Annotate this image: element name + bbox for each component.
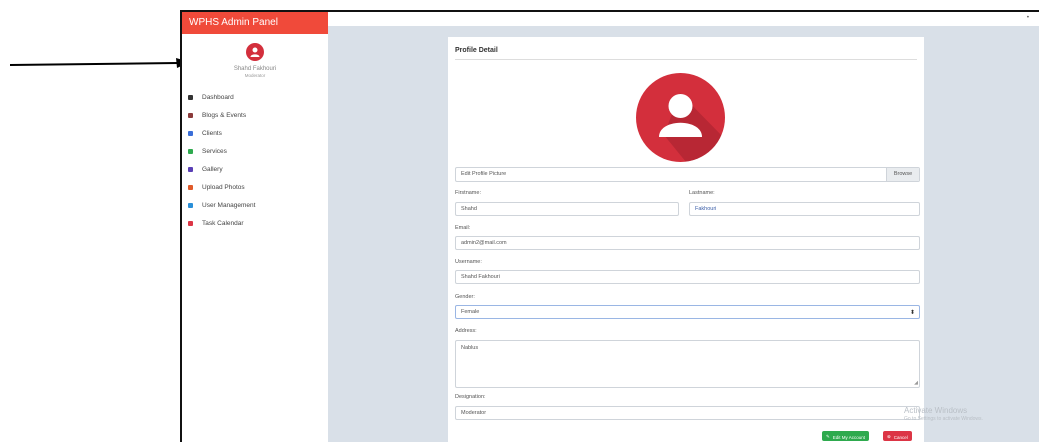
gender-label: Gender:: [455, 294, 475, 300]
gender-select[interactable]: Female ⬍: [455, 305, 920, 319]
sidebar-item-clients[interactable]: Clients: [182, 124, 328, 142]
sidebar-item-label: Clients: [202, 129, 222, 137]
annotation-arrow: [10, 58, 190, 68]
email-field[interactable]: admin2@mail.com: [455, 236, 920, 250]
watermark-subtitle: Go to Settings to activate Windows.: [904, 416, 983, 422]
upload-icon: [188, 184, 193, 190]
sidebar-item-label: User Management: [202, 201, 256, 209]
sidebar-nav: Dashboard Blogs & Events Clients Service…: [182, 88, 328, 232]
sidebar-item-task-calendar[interactable]: Task Calendar: [182, 214, 328, 232]
user-avatar-icon: [246, 43, 264, 61]
lastname-field[interactable]: Fakhouri: [689, 202, 920, 216]
sidebar: WPHS Admin Panel Shahd Fakhouri Moderato…: [182, 12, 328, 442]
sidebar-item-label: Blogs & Events: [202, 111, 247, 119]
app-window: WPHS Admin Panel Shahd Fakhouri Moderato…: [180, 10, 1039, 442]
profile-avatar-icon: [636, 73, 725, 162]
firstname-field[interactable]: Shahd: [455, 202, 679, 216]
sidebar-item-label: Upload Photos: [202, 183, 245, 191]
cancel-button[interactable]: ⊗ Cancel: [883, 431, 912, 441]
brand-title[interactable]: WPHS Admin Panel: [182, 12, 328, 34]
title-divider: [455, 59, 917, 60]
gallery-icon: [188, 166, 193, 172]
id-card-icon: [188, 202, 193, 208]
email-label: Email:: [455, 225, 471, 231]
edit-account-button[interactable]: ✎ Edit My Account: [822, 431, 870, 441]
user-role: Moderator: [244, 73, 266, 78]
sidebar-item-user-management[interactable]: User Management: [182, 196, 328, 214]
home-icon: [188, 94, 193, 100]
sidebar-item-label: Gallery: [202, 165, 223, 173]
sidebar-item-gallery[interactable]: Gallery: [182, 160, 328, 178]
select-arrows-icon: ⬍: [909, 310, 915, 316]
username-label: Username:: [455, 259, 482, 265]
profile-picture-input[interactable]: Edit Profile Picture Browse: [455, 167, 920, 182]
resize-handle-icon[interactable]: ◢: [914, 380, 918, 386]
sidebar-item-label: Task Calendar: [202, 219, 244, 227]
lastname-label: Lastname:: [689, 190, 715, 196]
designation-field[interactable]: Moderator: [455, 406, 920, 420]
user-name: Shahd Fakhouri: [233, 66, 277, 72]
sidebar-item-label: Dashboard: [202, 93, 234, 101]
blog-icon: [188, 112, 193, 118]
calendar-icon: [188, 220, 193, 226]
address-textarea[interactable]: Nablus ◢: [455, 340, 920, 388]
sidebar-item-upload-photos[interactable]: Upload Photos: [182, 178, 328, 196]
sidebar-item-dashboard[interactable]: Dashboard: [182, 88, 328, 106]
sidebar-item-label: Services: [202, 147, 227, 155]
profile-picture-label: Edit Profile Picture: [461, 171, 507, 177]
edit-account-label: Edit My Account: [832, 434, 866, 440]
screenshot-stage: WPHS Admin Panel Shahd Fakhouri Moderato…: [0, 0, 1039, 442]
firstname-label: Firstname:: [455, 190, 481, 196]
cancel-label: Cancel: [893, 434, 908, 440]
profile-card: Profile Detail Edit Profile Picture Brow…: [448, 37, 924, 442]
users-icon: [188, 130, 193, 136]
user-panel: Shahd Fakhouri Moderator: [182, 34, 328, 78]
address-value: Nablus: [461, 345, 479, 351]
designation-label: Designation:: [455, 394, 486, 400]
username-field[interactable]: Shahd Fakhouri: [455, 270, 920, 284]
gender-value: Female: [461, 309, 480, 315]
menu-dot-icon[interactable]: •: [1027, 15, 1029, 21]
cancel-icon: ⊗: [887, 434, 891, 439]
edit-icon: ✎: [826, 434, 830, 439]
windows-activation-watermark: Activate Windows Go to Settings to activ…: [904, 406, 983, 422]
shield-icon: [188, 148, 193, 154]
sidebar-item-blogs-events[interactable]: Blogs & Events: [182, 106, 328, 124]
top-bar: •: [328, 12, 1039, 26]
address-label: Address:: [455, 328, 477, 334]
browse-button[interactable]: Browse: [886, 168, 919, 181]
watermark-title: Activate Windows: [904, 406, 968, 415]
sidebar-item-services[interactable]: Services: [182, 142, 328, 160]
page-title: Profile Detail: [455, 47, 498, 54]
